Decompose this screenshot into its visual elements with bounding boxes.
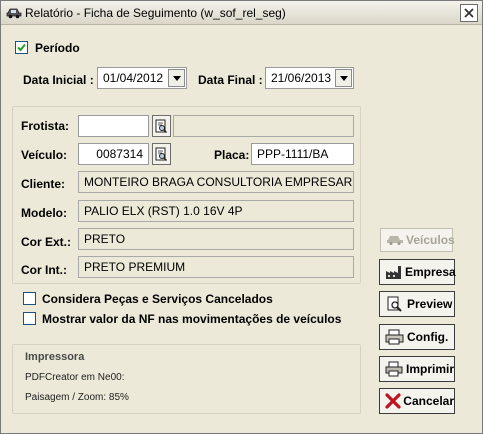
title-bar: Relatório - Ficha de Seguimento (w_sof_r… — [1, 1, 482, 25]
veiculo-field[interactable]: 0087314 — [78, 143, 149, 165]
printer-setup-icon — [385, 329, 405, 345]
chevron-down-icon — [172, 75, 181, 81]
periodo-checkbox[interactable] — [15, 41, 28, 54]
frotista-lookup-button[interactable] — [152, 115, 171, 137]
imprimir-button[interactable]: Imprimir — [379, 356, 455, 382]
veiculo-lookup-button[interactable] — [152, 143, 171, 165]
document-search-icon — [155, 147, 168, 161]
veiculos-button[interactable]: Veículos — [380, 228, 455, 252]
considera-checkbox[interactable] — [23, 292, 36, 305]
config-button[interactable]: Config. — [379, 324, 455, 350]
cor-ext-value: PRETO — [84, 232, 126, 246]
placa-field[interactable]: PPP-1111/BA — [251, 143, 354, 165]
printer-icon — [385, 361, 404, 377]
modelo-value: PALIO ELX (RST) 1.0 16V 4P — [84, 204, 243, 218]
veiculos-button-label: Veículos — [406, 233, 455, 247]
veiculo-value: 0087314 — [96, 147, 143, 161]
cancel-x-icon — [385, 393, 401, 409]
printer-name: PDFCreator em Ne00: — [25, 372, 125, 383]
frotista-field[interactable] — [78, 115, 149, 137]
empresa-button-label: Empresa — [405, 265, 456, 279]
modelo-field: PALIO ELX (RST) 1.0 16V 4P — [78, 200, 354, 222]
mostrar-nf-label: Mostrar valor da NF nas movimentações de… — [42, 312, 342, 326]
data-inicial-dropdown[interactable] — [168, 69, 185, 87]
cor-int-label: Cor Int.: — [21, 263, 67, 277]
data-final-value: 21/06/2013 — [271, 71, 332, 85]
printer-orientation: Paisagem / Zoom: 85% — [25, 392, 129, 403]
close-button[interactable] — [460, 4, 478, 22]
empresa-button[interactable]: Empresa — [379, 259, 456, 285]
cliente-value: MONTEIRO BRAGA CONSULTORIA EMPRESARIA — [84, 175, 354, 189]
car-icon — [6, 7, 22, 19]
veiculo-label: Veículo: — [21, 148, 68, 162]
modelo-label: Modelo: — [21, 206, 67, 220]
close-icon — [464, 8, 474, 18]
frotista-label: Frotista: — [21, 119, 69, 133]
preview-button-label: Preview — [407, 297, 453, 311]
data-inicial-value: 01/04/2012 — [103, 71, 164, 85]
document-search-icon — [155, 119, 168, 133]
cor-int-value: PRETO PREMIUM — [84, 260, 186, 274]
frotista-name-field — [173, 115, 354, 137]
data-final-dropdown[interactable] — [335, 69, 352, 87]
preview-button[interactable]: Preview — [379, 291, 455, 317]
window-title: Relatório - Ficha de Seguimento (w_sof_r… — [25, 6, 286, 20]
car-icon — [386, 232, 404, 248]
data-inicial-label: Data Inicial : — [23, 73, 94, 87]
impressora-title: Impressora — [25, 351, 85, 363]
report-window: Relatório - Ficha de Seguimento (w_sof_r… — [0, 0, 483, 434]
placa-label: Placa: — [214, 148, 250, 162]
preview-icon — [385, 296, 405, 312]
cor-ext-field: PRETO — [78, 228, 354, 250]
chevron-down-icon — [339, 75, 348, 81]
imprimir-button-label: Imprimir — [405, 362, 454, 376]
factory-icon — [385, 264, 403, 280]
data-final-label: Data Final : — [198, 73, 263, 87]
cancelar-button[interactable]: Cancelar — [379, 388, 455, 414]
cliente-field: MONTEIRO BRAGA CONSULTORIA EMPRESARIA — [78, 171, 354, 193]
cor-ext-label: Cor Ext.: — [21, 235, 72, 249]
cor-int-field: PRETO PREMIUM — [78, 256, 354, 278]
placa-value: PPP-1111/BA — [257, 147, 329, 161]
cliente-label: Cliente: — [21, 177, 66, 191]
mostrar-nf-checkbox[interactable] — [23, 312, 36, 325]
config-button-label: Config. — [407, 330, 449, 344]
checkmark-icon — [17, 43, 26, 52]
cancelar-button-label: Cancelar — [403, 394, 454, 408]
periodo-label: Período — [35, 41, 80, 55]
considera-label: Considera Peças e Serviços Cancelados — [42, 292, 273, 306]
